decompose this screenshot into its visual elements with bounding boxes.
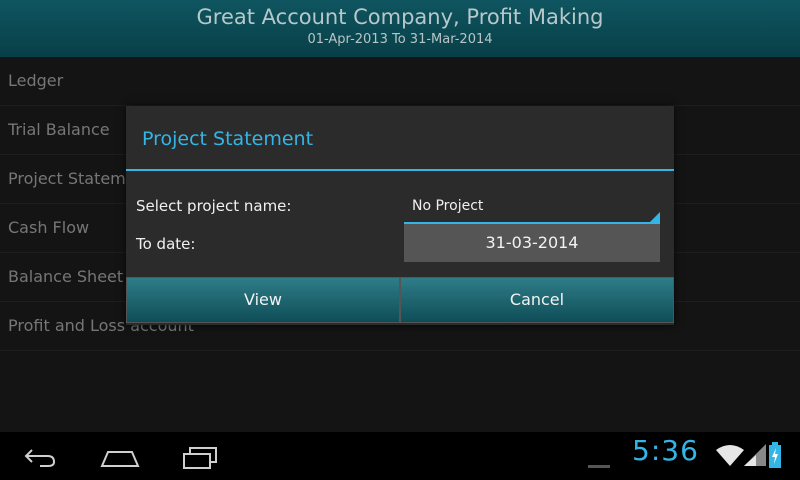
project-label: Select project name: (136, 197, 292, 215)
battery-charging-icon (768, 442, 782, 472)
system-nav-bar: 5:36 (0, 432, 800, 480)
notification-dash-icon (588, 454, 610, 473)
dropdown-arrow-icon (650, 212, 660, 222)
project-spinner[interactable]: No Project (404, 190, 660, 224)
company-title: Great Account Company, Profit Making (196, 5, 604, 29)
signal-icon (744, 444, 766, 470)
date-row: To date: 31-03-2014 (126, 224, 674, 264)
wifi-icon (716, 444, 744, 470)
home-icon[interactable] (98, 440, 142, 476)
project-spinner-value: No Project (412, 198, 484, 214)
dialog-title: Project Statement (126, 106, 674, 171)
clock-time: 5:36 (632, 434, 699, 467)
project-row: Select project name: No Project (126, 186, 674, 226)
date-label: To date: (136, 235, 196, 253)
period-subtitle: 01-Apr-2013 To 31-Mar-2014 (307, 32, 493, 47)
to-date-button[interactable]: 31-03-2014 (404, 224, 660, 262)
app-header: Great Account Company, Profit Making 01-… (0, 0, 800, 57)
project-statement-dialog: Project Statement Select project name: N… (126, 106, 674, 325)
cancel-button[interactable]: Cancel (400, 277, 674, 323)
back-icon[interactable] (20, 440, 60, 476)
recent-apps-icon[interactable] (180, 440, 224, 476)
view-button[interactable]: View (126, 277, 400, 323)
